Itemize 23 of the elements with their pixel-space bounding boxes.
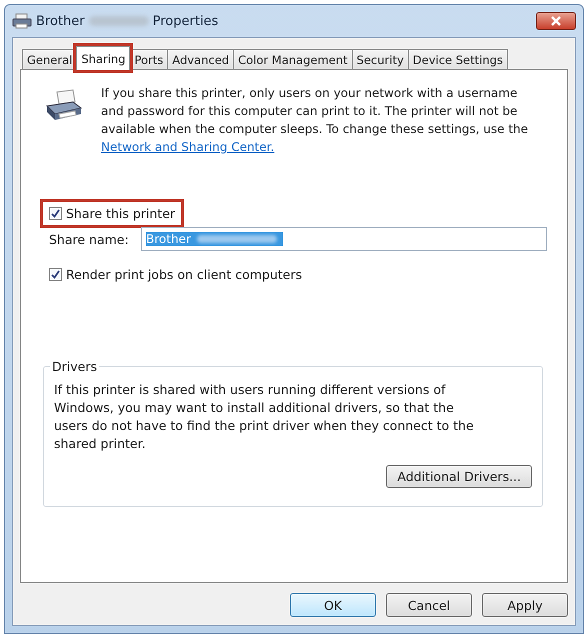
check-icon bbox=[50, 269, 61, 280]
tab[interactable]: Sharing bbox=[76, 46, 130, 70]
close-icon bbox=[550, 16, 562, 26]
network-sharing-link[interactable]: Network and Sharing Center. bbox=[101, 140, 274, 154]
close-button[interactable] bbox=[536, 12, 576, 30]
tab[interactable]: Advanced bbox=[167, 49, 234, 70]
window-title: Properties bbox=[152, 14, 218, 28]
check-icon bbox=[50, 208, 61, 219]
additional-drivers-button[interactable]: Additional Drivers... bbox=[386, 465, 532, 488]
group-title: Drivers bbox=[50, 359, 99, 374]
share-checkbox[interactable]: Share this printer bbox=[43, 202, 182, 225]
dialog-button[interactable]: Cancel bbox=[386, 593, 472, 617]
render-checkbox[interactable]: Render print jobs on client computers bbox=[43, 263, 308, 286]
window-title: Brother bbox=[36, 14, 85, 28]
drivers-text: If this printer is shared with users running different versions of Windows, you may want to install additional drivers, so that the users do not have to find the print driver when they connect to the shared printer. bbox=[54, 381, 475, 453]
dialog-button[interactable]: OK bbox=[290, 593, 376, 617]
printer-icon bbox=[12, 13, 32, 29]
share-name-label: Share name: bbox=[49, 232, 129, 246]
tab[interactable]: Color Management bbox=[233, 49, 353, 70]
dialog-button[interactable]: Apply bbox=[482, 593, 568, 617]
info-text: If you share this printer, only users on your network with a username and password for this computer can print to it. The printer will not be available when the computer sleeps. To change these settings, use the Network and Sharing Center. bbox=[101, 85, 530, 156]
tab[interactable]: Security bbox=[352, 49, 409, 70]
tab[interactable]: Device Settings bbox=[408, 49, 508, 70]
